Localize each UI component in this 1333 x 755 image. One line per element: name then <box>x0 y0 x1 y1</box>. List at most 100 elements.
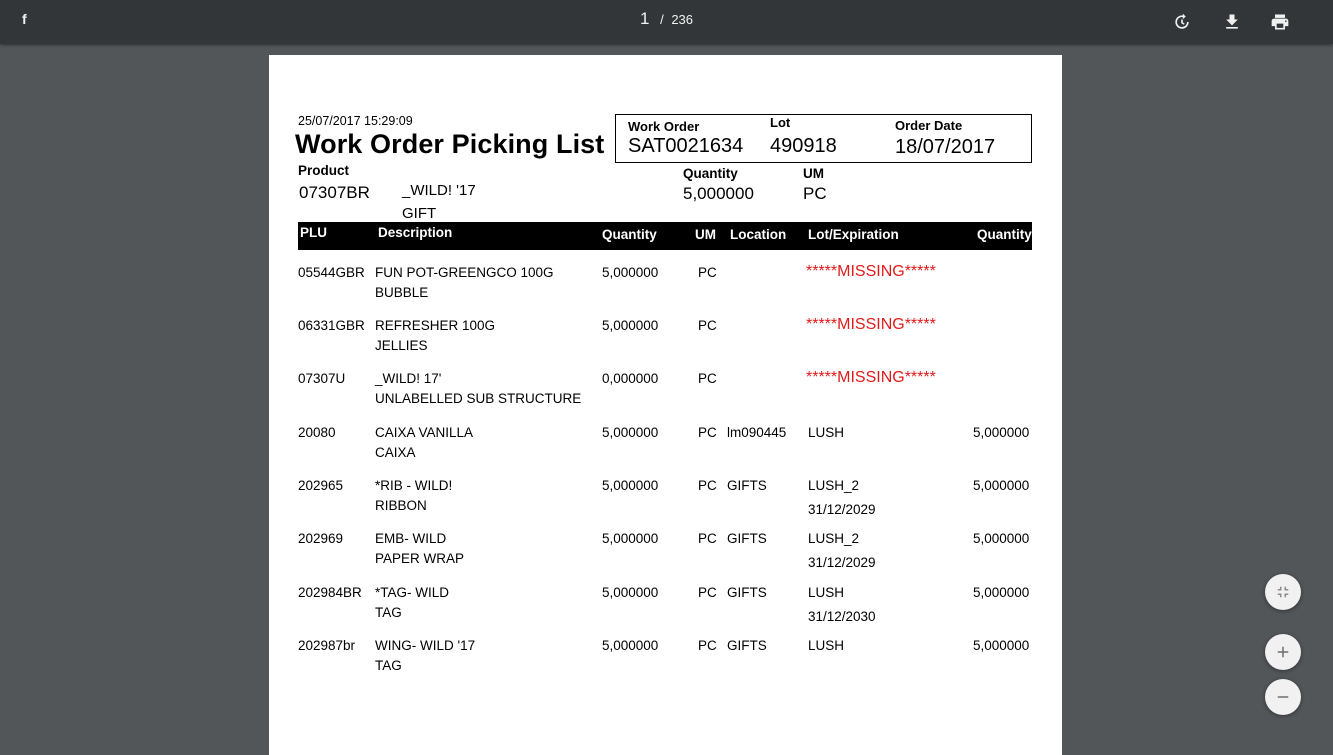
row-quantity-picked: 5,000000 <box>973 585 1030 600</box>
quantity-value: 5,000000 <box>683 184 754 203</box>
row-quantity: 5,000000 <box>602 318 659 333</box>
row-um: PC <box>698 318 717 333</box>
row-quantity: 5,000000 <box>602 638 659 653</box>
um-value: PC <box>803 184 827 203</box>
row-description-line2: RIBBON <box>375 498 427 513</box>
work-order-label: Work Order <box>628 119 700 134</box>
row-um: PC <box>698 531 717 546</box>
column-header-plu: PLU <box>300 225 327 240</box>
column-header-um: UM <box>695 227 716 242</box>
row-expiration: 31/12/2029 <box>808 502 876 517</box>
row-description-line1: *RIB - WILD! <box>375 478 453 493</box>
row-description-line2: PAPER WRAP <box>375 551 465 566</box>
row-plu: 05544GBR <box>298 265 365 280</box>
row-plu: 202984BR <box>298 585 362 600</box>
row-plu: 202987br <box>298 638 356 653</box>
zoom-out-button[interactable] <box>1265 679 1301 715</box>
row-location: GIFTS <box>727 638 767 653</box>
row-description-line1: CAIXA VANILLA <box>375 425 474 440</box>
row-location: lm090445 <box>727 425 787 440</box>
row-description-line2: CAIXA <box>375 445 416 460</box>
row-description-line1: WING- WILD '17 <box>375 638 476 653</box>
zoom-in-icon <box>1277 646 1289 658</box>
row-description-line1: EMB- WILD <box>375 531 447 546</box>
row-um: PC <box>698 478 717 493</box>
um-label: UM <box>803 166 824 181</box>
column-header-quantity: Quantity <box>602 227 657 242</box>
row-description-line1: FUN POT-GREENGCO 100G <box>375 265 554 280</box>
row-lot: LUSH <box>808 425 845 440</box>
product-description-line2: GIFT <box>402 205 437 222</box>
zoom-out-icon <box>1277 696 1289 698</box>
lot-label: Lot <box>770 115 791 130</box>
row-description-line2: TAG <box>375 605 402 620</box>
row-lot: LUSH <box>808 585 845 600</box>
row-quantity: 5,000000 <box>602 425 659 440</box>
row-lot: LUSH <box>808 638 845 653</box>
row-plu: 202969 <box>298 531 344 546</box>
page-separator: / <box>660 12 664 27</box>
column-header-quantity-picked: Quantity <box>977 227 1032 242</box>
row-quantity-picked: 5,000000 <box>973 478 1030 493</box>
rotate-icon <box>1175 13 1189 29</box>
quantity-label: Quantity <box>683 166 738 181</box>
row-plu: 07307U <box>298 371 346 386</box>
row-um: PC <box>698 638 717 653</box>
row-description-line2: BUBBLE <box>375 285 429 300</box>
row-description-line1: REFRESHER 100G <box>375 318 496 333</box>
lot-value: 490918 <box>770 135 837 157</box>
total-pages: 236 <box>671 12 694 27</box>
pdf-page: 25/07/2017 15:29:09 Work Order Picking L… <box>269 55 1062 755</box>
column-header-lot-expiration: Lot/Expiration <box>808 227 899 242</box>
row-description-line2: JELLIES <box>375 338 428 353</box>
column-header-location: Location <box>730 227 787 242</box>
row-um: PC <box>698 265 717 280</box>
page-indicator: 1 / 236 <box>0 9 1333 29</box>
print-button[interactable] <box>1264 6 1296 38</box>
download-icon <box>1226 14 1238 29</box>
product-label: Product <box>298 163 350 178</box>
current-page-input[interactable]: 1 <box>640 9 649 28</box>
row-location: GIFTS <box>727 531 767 546</box>
row-um: PC <box>698 585 717 600</box>
row-quantity-picked: 5,000000 <box>973 638 1030 653</box>
row-lot: LUSH_2 <box>808 531 860 546</box>
row-plu: 20080 <box>298 425 336 440</box>
work-order-value: SAT0021634 <box>628 135 744 157</box>
rotate-button[interactable] <box>1166 6 1198 38</box>
print-icon <box>1271 14 1289 30</box>
row-um: PC <box>698 371 717 386</box>
column-header-description: Description <box>378 225 453 240</box>
row-description-line1: *TAG- WILD <box>375 585 449 600</box>
row-lot-missing: *****MISSING***** <box>806 369 936 386</box>
row-quantity-picked: 5,000000 <box>973 425 1030 440</box>
fit-to-page-icon <box>1277 586 1289 598</box>
order-date-label: Order Date <box>895 118 963 133</box>
report-title: Work Order Picking List <box>295 129 605 159</box>
fit-to-page-button[interactable] <box>1265 574 1301 610</box>
row-expiration: 31/12/2029 <box>808 555 876 570</box>
row-quantity: 5,000000 <box>602 265 659 280</box>
row-um: PC <box>698 425 717 440</box>
row-location: GIFTS <box>727 585 767 600</box>
product-description-line1: _WILD! '17 <box>402 182 476 199</box>
row-quantity-picked: 5,000000 <box>973 531 1030 546</box>
zoom-in-button[interactable] <box>1265 634 1301 670</box>
row-quantity: 5,000000 <box>602 531 659 546</box>
row-location: GIFTS <box>727 478 767 493</box>
row-quantity: 5,000000 <box>602 478 659 493</box>
row-description-line2: TAG <box>375 658 402 673</box>
row-description-line2: UNLABELLED SUB STRUCTURE <box>375 391 582 406</box>
row-lot-missing: *****MISSING***** <box>806 316 936 333</box>
order-date-value: 18/07/2017 <box>895 136 996 158</box>
row-lot: LUSH_2 <box>808 478 860 493</box>
order-info-box: Work Order SAT0021634 Lot 490918 Order D… <box>615 114 1032 163</box>
download-button[interactable] <box>1216 6 1248 38</box>
table-header: PLU Description Quantity UM Location Lot… <box>298 222 1032 250</box>
row-expiration: 31/12/2030 <box>808 609 876 624</box>
row-description-line1: _WILD! 17' <box>375 371 442 386</box>
row-plu: 202965 <box>298 478 344 493</box>
row-quantity: 0,000000 <box>602 371 659 386</box>
product-code: 07307BR <box>299 183 370 202</box>
report-timestamp: 25/07/2017 15:29:09 <box>298 114 413 128</box>
